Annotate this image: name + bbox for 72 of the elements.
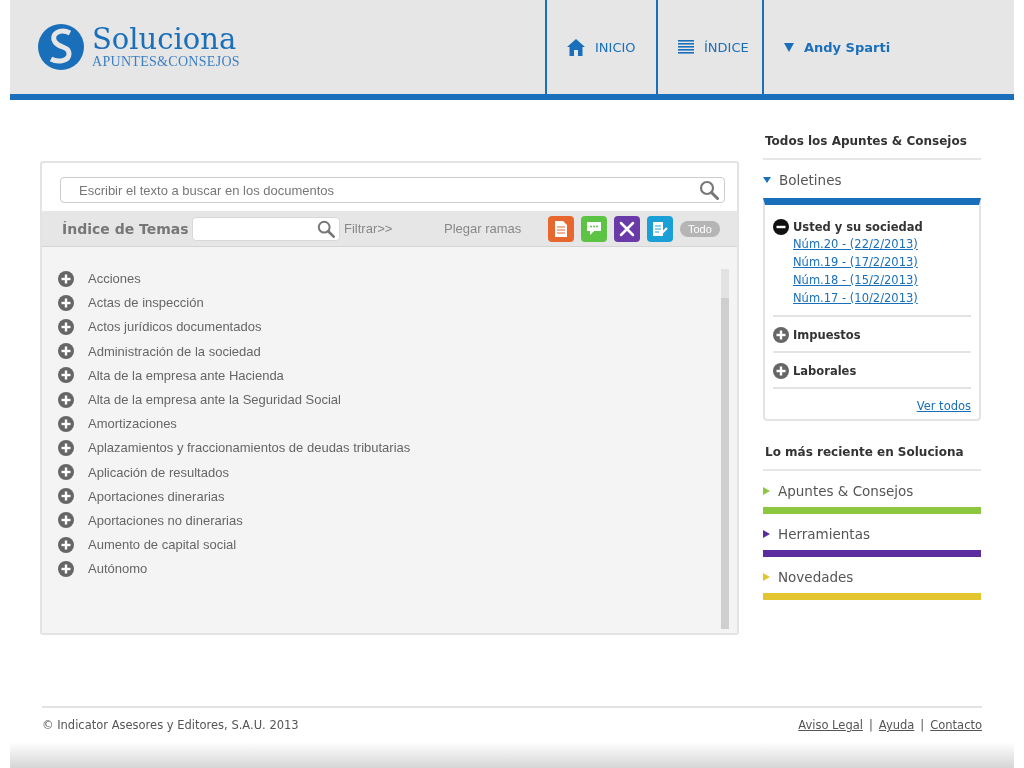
topic-label[interactable]: Aumento de capital social xyxy=(88,537,237,553)
filter-link[interactable]: Filtrar>> xyxy=(340,221,440,236)
topic-label[interactable]: Acciones xyxy=(88,271,141,287)
expand-icon[interactable] xyxy=(58,512,74,529)
caret-icon xyxy=(784,42,794,52)
search-icon[interactable] xyxy=(699,180,719,200)
footer-link[interactable]: Ayuda xyxy=(878,718,915,732)
collapse-icon[interactable] xyxy=(773,219,789,235)
topic-label[interactable]: Administración de la sociedad xyxy=(88,343,261,359)
nav-link[interactable]: ÍNDICE xyxy=(656,0,762,94)
expand-icon[interactable] xyxy=(58,488,74,505)
expand-icon[interactable] xyxy=(58,560,74,577)
filter-type-button[interactable] xyxy=(548,215,574,242)
expand-icon[interactable] xyxy=(58,343,74,360)
filter-field[interactable] xyxy=(192,216,340,241)
topic-label[interactable]: Aplicación de resultados xyxy=(88,464,229,480)
copyright-text: © Indicator Asesores y Editores, S.A.U. 2013 xyxy=(42,718,299,732)
sidebar-heading: Todos los Apuntes & Consejos xyxy=(763,132,981,160)
expand-icon[interactable] xyxy=(58,415,74,432)
expand-icon[interactable] xyxy=(58,294,74,311)
expand-icon[interactable] xyxy=(58,464,74,481)
logo-title: Soluciona xyxy=(92,24,238,54)
document-icon xyxy=(555,220,567,237)
index-title: Índice de Temas xyxy=(62,220,190,237)
topic-label[interactable]: Actos jurídicos documentados xyxy=(88,319,262,335)
recent-link[interactable]: Herramientas xyxy=(778,526,870,542)
topic-label[interactable]: Amortizaciones xyxy=(88,416,177,432)
bulletin-link[interactable]: Núm.18 - (15/2/2013) xyxy=(793,271,971,289)
list-icon xyxy=(678,40,694,54)
group-label[interactable]: Impuestos xyxy=(793,328,861,342)
search-icon[interactable] xyxy=(317,219,335,238)
nav-link[interactable]: INICIO xyxy=(545,0,656,94)
expand-icon[interactable] xyxy=(58,391,74,408)
filter-type-button[interactable] xyxy=(614,215,640,242)
topic-label[interactable]: Alta de la empresa ante la Seguridad Social xyxy=(88,392,341,408)
footer-link[interactable]: Aviso Legal xyxy=(798,718,863,732)
expand-icon[interactable] xyxy=(58,318,74,335)
topic-label[interactable]: Aplazamientos y fraccionamientos de deudas tributarias xyxy=(88,440,411,456)
speech-bubble-icon xyxy=(586,221,602,236)
bulletin-link[interactable]: Núm.19 - (17/2/2013) xyxy=(793,253,971,271)
expand-icon[interactable] xyxy=(773,327,789,343)
home-icon xyxy=(567,38,585,56)
group-label[interactable]: Laborales xyxy=(793,364,857,378)
expand-icon[interactable] xyxy=(58,367,74,384)
search-field[interactable]: Escribir el texto a buscar en los documentos xyxy=(60,177,725,203)
topic-label[interactable]: Actas de inspección xyxy=(88,295,204,311)
group-label[interactable]: Usted y su sociedad xyxy=(793,220,923,234)
expand-icon[interactable] xyxy=(773,363,789,379)
expand-icon[interactable] xyxy=(58,536,74,553)
bulletin-link[interactable]: Núm.20 - (22/2/2013) xyxy=(793,235,971,253)
caret-down-icon[interactable] xyxy=(763,176,771,184)
footer-link[interactable]: Contacto xyxy=(930,718,982,732)
collapse-link[interactable]: Plegar ramas xyxy=(440,221,548,236)
topic-label[interactable]: Alta de la empresa ante Hacienda xyxy=(88,367,284,383)
nav-link[interactable]: Andy Sparti xyxy=(762,0,1012,94)
topic-label[interactable]: Aportaciones dinerarias xyxy=(88,488,225,504)
separator: | xyxy=(920,718,925,732)
scrollbar[interactable] xyxy=(721,269,729,629)
see-all-link[interactable]: Ver todos xyxy=(916,397,971,415)
expand-icon[interactable] xyxy=(58,270,74,287)
logo-icon xyxy=(38,24,84,70)
section-label[interactable]: Boletines xyxy=(779,172,842,188)
topic-label[interactable]: Autónomo xyxy=(88,561,148,577)
recent-link[interactable]: Apuntes & Consejos xyxy=(778,483,914,499)
expand-icon[interactable] xyxy=(58,439,74,456)
bulletin-link[interactable]: Núm.17 - (10/2/2013) xyxy=(793,289,971,307)
sidebar-heading: Lo más reciente en Soluciona xyxy=(763,443,981,471)
edit-document-icon xyxy=(652,220,668,237)
logo-subtitle: APUNTES&CONSEJOS xyxy=(92,53,240,70)
separator: | xyxy=(868,718,873,732)
recent-link[interactable]: Novedades xyxy=(778,569,854,585)
topic-label[interactable]: Aportaciones no dinerarias xyxy=(88,512,243,528)
